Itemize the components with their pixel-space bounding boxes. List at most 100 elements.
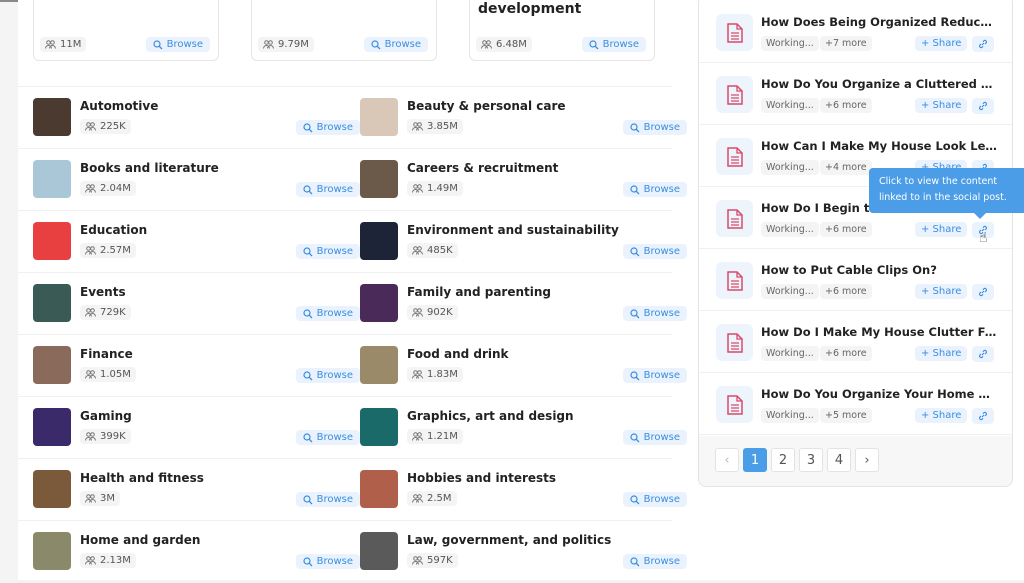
- category-row[interactable]: Law, government, and politics 597K Browse: [360, 520, 687, 582]
- audience-count: 11M: [60, 39, 82, 50]
- category-name[interactable]: Family and parenting: [407, 285, 551, 299]
- prev-page-button[interactable]: ‹: [715, 448, 739, 472]
- browse-button[interactable]: Browse: [363, 37, 428, 52]
- category-name[interactable]: Law, government, and politics: [407, 533, 611, 547]
- next-page-button[interactable]: ›: [855, 448, 879, 472]
- browse-button[interactable]: Browse: [295, 368, 360, 383]
- browse-button[interactable]: Browse: [622, 492, 687, 507]
- content-title[interactable]: How Do You Organize Your Home Office?: [761, 387, 997, 401]
- share-button[interactable]: + Share: [915, 36, 968, 51]
- category-row[interactable]: Home and garden 2.13M Browse: [33, 520, 360, 582]
- share-button[interactable]: + Share: [915, 346, 968, 361]
- content-title[interactable]: How to Put Cable Clips On?: [761, 263, 997, 277]
- category-thumbnail: [33, 284, 71, 322]
- category-thumbnail: [33, 408, 71, 446]
- category-row[interactable]: Events 729K Browse: [33, 272, 360, 334]
- category-row[interactable]: Environment and sustainability 485K Browse: [360, 210, 687, 272]
- audience-stat: 729K: [80, 305, 131, 320]
- audience-stat: 6.48M: [476, 37, 532, 52]
- category-name[interactable]: Books and literature: [80, 161, 219, 175]
- browse-button[interactable]: Browse: [622, 182, 687, 197]
- category-row[interactable]: Health and fitness 3M Browse: [33, 458, 360, 520]
- category-row[interactable]: Gaming 399K Browse: [33, 396, 360, 458]
- browse-button[interactable]: Browse: [295, 554, 360, 569]
- link-icon: [979, 39, 987, 49]
- content-title[interactable]: How Does Being Organized Reduce Stress?: [761, 15, 997, 29]
- share-button[interactable]: + Share: [915, 222, 968, 237]
- audience-icon: [85, 556, 96, 565]
- share-button[interactable]: + Share: [915, 408, 968, 423]
- view-link-button[interactable]: [972, 36, 994, 52]
- browse-button[interactable]: Browse: [295, 120, 360, 135]
- browse-button[interactable]: Browse: [581, 37, 646, 52]
- status-tag: Working...: [761, 408, 819, 423]
- browse-button[interactable]: Browse: [295, 430, 360, 445]
- browse-button[interactable]: Browse: [295, 182, 360, 197]
- category-name[interactable]: Careers & recruitment: [407, 161, 558, 175]
- audience-icon: [263, 40, 274, 49]
- share-button[interactable]: + Share: [915, 98, 968, 113]
- browse-button[interactable]: Browse: [295, 492, 360, 507]
- content-title[interactable]: How Can I Make My House Look Less Clutte…: [761, 139, 997, 153]
- more-tags[interactable]: +6 more: [820, 222, 872, 237]
- category-name[interactable]: Gaming: [80, 409, 132, 423]
- category-name[interactable]: Education: [80, 223, 147, 237]
- browse-button[interactable]: Browse: [622, 554, 687, 569]
- category-name[interactable]: Automotive: [80, 99, 158, 113]
- audience-stat: 2.57M: [80, 243, 136, 258]
- browse-button[interactable]: Browse: [622, 430, 687, 445]
- view-link-button[interactable]: [972, 98, 994, 114]
- category-row[interactable]: Family and parenting 902K Browse: [360, 272, 687, 334]
- content-title[interactable]: How Do I Make My House Clutter Free?: [761, 325, 997, 339]
- category-name[interactable]: Home and garden: [80, 533, 200, 547]
- more-tags[interactable]: +7 more: [820, 36, 872, 51]
- category-name[interactable]: Finance: [80, 347, 133, 361]
- browse-button[interactable]: Browse: [622, 306, 687, 321]
- category-name[interactable]: Hobbies and interests: [407, 471, 556, 485]
- category-row[interactable]: Beauty & personal care 3.85M Browse: [360, 86, 687, 148]
- browse-label: Browse: [316, 556, 353, 567]
- view-link-button[interactable]: [972, 346, 994, 362]
- category-name[interactable]: Graphics, art and design: [407, 409, 574, 423]
- more-tags[interactable]: +5 more: [820, 408, 872, 423]
- browse-button[interactable]: Browse: [622, 368, 687, 383]
- browse-button[interactable]: Browse: [295, 306, 360, 321]
- browse-button[interactable]: Browse: [622, 244, 687, 259]
- more-tags[interactable]: +6 more: [820, 284, 872, 299]
- category-name[interactable]: Health and fitness: [80, 471, 204, 485]
- category-row[interactable]: Education 2.57M Browse: [33, 210, 360, 272]
- page-button[interactable]: 1: [743, 448, 767, 472]
- tooltip: Click to view the content linked to in t…: [869, 168, 1024, 219]
- status-tag: Working...: [761, 222, 819, 237]
- content-title[interactable]: How Do You Organize a Cluttered House?: [761, 77, 997, 91]
- audience-stat: 1.49M: [407, 181, 463, 196]
- category-row[interactable]: Automotive 225K Browse: [33, 86, 360, 148]
- audience-stat: 11M: [40, 37, 87, 52]
- category-row[interactable]: Finance 1.05M Browse: [33, 334, 360, 396]
- audience-stat: 1.05M: [80, 367, 136, 382]
- category-row[interactable]: Careers & recruitment 1.49M Browse: [360, 148, 687, 210]
- category-row[interactable]: Books and literature 2.04M Browse: [33, 148, 360, 210]
- share-button[interactable]: + Share: [915, 284, 968, 299]
- view-link-button[interactable]: [972, 408, 994, 424]
- content-item: How Do You Organize a Cluttered House? Wo…: [699, 63, 1012, 125]
- view-link-button[interactable]: [972, 284, 994, 300]
- category-name[interactable]: Beauty & personal care: [407, 99, 566, 113]
- category-row[interactable]: Graphics, art and design 1.21M Browse: [360, 396, 687, 458]
- category-name[interactable]: Food and drink: [407, 347, 509, 361]
- page-button[interactable]: 2: [771, 448, 795, 472]
- browse-button[interactable]: Browse: [622, 120, 687, 135]
- more-tags[interactable]: +6 more: [820, 346, 872, 361]
- browse-button[interactable]: Browse: [145, 37, 210, 52]
- more-tags[interactable]: +4 more: [820, 160, 872, 175]
- category-name[interactable]: Events: [80, 285, 126, 299]
- category-row[interactable]: Food and drink 1.83M Browse: [360, 334, 687, 396]
- browse-button[interactable]: Browse: [295, 244, 360, 259]
- page-button[interactable]: 3: [799, 448, 823, 472]
- document-thumb: [716, 262, 753, 299]
- more-tags[interactable]: +6 more: [820, 98, 872, 113]
- category-row[interactable]: Hobbies and interests 2.5M Browse: [360, 458, 687, 520]
- browse-label: Browse: [643, 432, 680, 443]
- page-button[interactable]: 4: [827, 448, 851, 472]
- category-name[interactable]: Environment and sustainability: [407, 223, 619, 237]
